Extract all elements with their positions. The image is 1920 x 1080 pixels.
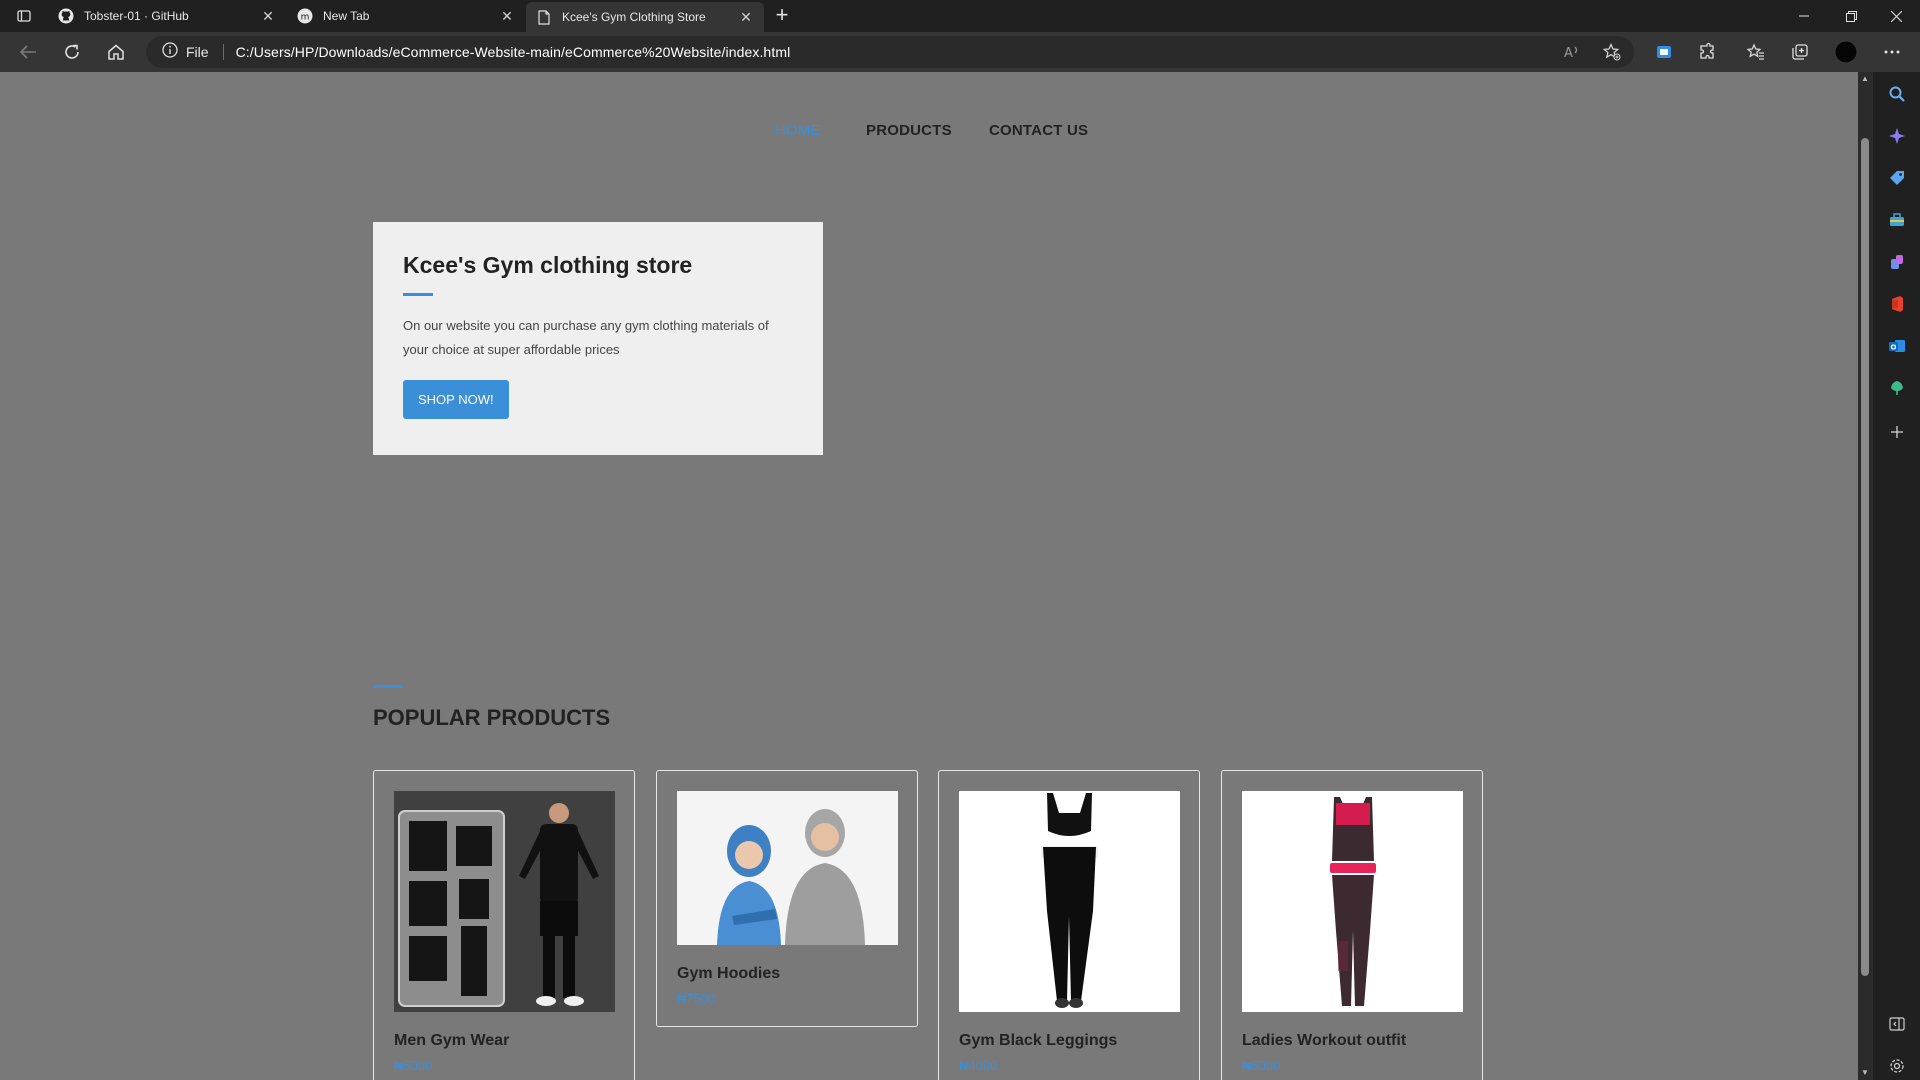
svg-text:O: O [1891, 344, 1897, 352]
shopping-tag-icon[interactable] [1885, 166, 1909, 190]
product-price: ₦5000 [394, 1058, 433, 1073]
product-name[interactable]: Ladies Workout outfit [1242, 1032, 1462, 1050]
home-icon[interactable] [102, 38, 130, 66]
refresh-icon[interactable] [58, 38, 86, 66]
tab-title: Tobster-01 · GitHub [84, 9, 189, 23]
product-card[interactable]: Men Gym Wear ₦5000 [373, 770, 635, 1080]
nav-home[interactable]: HOME [775, 122, 821, 139]
close-icon[interactable]: ✕ [499, 8, 515, 24]
shop-now-button[interactable]: SHOP NOW! [403, 380, 509, 419]
tab-bar: Tobster-01 · GitHub ✕ m New Tab ✕ Kcee's… [0, 0, 1920, 32]
copilot-sparkle-icon[interactable] [1885, 124, 1909, 148]
read-aloud-icon[interactable]: A [1558, 40, 1586, 64]
extension-blue-icon[interactable] [1650, 38, 1678, 66]
back-icon[interactable] [14, 38, 42, 66]
product-price: ₦6000 [1242, 1058, 1281, 1073]
info-icon[interactable] [162, 41, 178, 63]
hide-sidebar-icon[interactable] [1885, 1012, 1909, 1036]
github-icon [58, 8, 74, 24]
scroll-down-icon[interactable]: ▼ [1858, 1066, 1872, 1080]
product-image-men-gym-wear[interactable] [394, 791, 615, 1012]
product-name[interactable]: Gym Black Leggings [959, 1032, 1179, 1050]
office-icon[interactable] [1885, 292, 1909, 316]
nav-contact-us[interactable]: CONTACT US [989, 122, 1088, 139]
hero-text: On our website you can purchase any gym … [403, 318, 769, 357]
divider [222, 44, 224, 60]
scroll-up-icon[interactable]: ▲ [1858, 72, 1872, 86]
outlook-icon[interactable]: O [1885, 334, 1909, 358]
scroll-thumb[interactable] [1861, 138, 1869, 976]
favorites-icon[interactable] [1742, 38, 1770, 66]
search-icon[interactable] [1885, 82, 1909, 106]
product-price: ₦4000 [959, 1058, 998, 1073]
close-icon[interactable]: ✕ [260, 8, 276, 24]
browser-toolbar: File C:/Users/HP/Downloads/eCommerce-Web… [0, 32, 1920, 72]
close-window-button[interactable] [1874, 0, 1918, 32]
nav-products[interactable]: PRODUCTS [866, 122, 952, 139]
add-favorite-icon[interactable] [1598, 40, 1626, 64]
svg-text:m: m [301, 13, 310, 23]
drop-tree-icon[interactable] [1885, 376, 1909, 400]
product-image-ladies-workout-outfit[interactable] [1242, 791, 1463, 1012]
minimize-button[interactable] [1782, 0, 1826, 32]
more-options-icon[interactable] [1878, 38, 1906, 66]
scheme-label[interactable]: File [186, 44, 209, 60]
address-bar[interactable]: File C:/Users/HP/Downloads/eCommerce-Web… [146, 36, 1634, 68]
add-icon[interactable] [1885, 420, 1909, 444]
tab-new-tab[interactable]: m New Tab ✕ [287, 0, 525, 32]
tab-title: New Tab [323, 9, 370, 23]
new-tab-icon: m [297, 8, 313, 24]
web-page: HOME PRODUCTS CONTACT US Kcee's Gym clot… [0, 72, 1858, 1080]
page-icon [536, 9, 552, 25]
svg-text:A: A [1564, 46, 1573, 60]
new-tab-button[interactable]: + [770, 4, 794, 28]
tools-icon[interactable] [1885, 208, 1909, 232]
product-name[interactable]: Gym Hoodies [677, 965, 897, 983]
settings-gear-icon[interactable] [1885, 1054, 1909, 1078]
product-card[interactable]: Gym Black Leggings ₦4000 [938, 770, 1200, 1080]
url-text[interactable]: C:/Users/HP/Downloads/eCommerce-Website-… [236, 44, 791, 60]
close-icon[interactable]: ✕ [738, 9, 754, 25]
tab-gym-store[interactable]: Kcee's Gym Clothing Store ✕ [526, 2, 764, 32]
edge-sidebar: O [1872, 72, 1920, 1080]
tab-actions-icon[interactable] [10, 6, 38, 26]
games-icon[interactable] [1885, 250, 1909, 274]
product-card[interactable]: Gym Hoodies ₦7500 [656, 770, 918, 1027]
product-card[interactable]: Ladies Workout outfit ₦6000 [1221, 770, 1483, 1080]
tab-title: Kcee's Gym Clothing Store [562, 10, 706, 24]
page-scrollbar[interactable]: ▲ ▼ [1858, 72, 1872, 1080]
collections-icon[interactable] [1786, 38, 1814, 66]
section-accent-bar [373, 685, 403, 688]
hero-box: Kcee's Gym clothing store On our website… [373, 222, 823, 455]
product-name[interactable]: Men Gym Wear [394, 1032, 614, 1050]
product-image-black-leggings[interactable] [959, 791, 1180, 1012]
site-nav: HOME PRODUCTS CONTACT US [0, 122, 1858, 152]
restore-button[interactable] [1829, 0, 1873, 32]
profile-avatar[interactable] [1832, 38, 1860, 66]
title-accent-bar [403, 293, 433, 296]
popular-products-title: POPULAR PRODUCTS [373, 705, 611, 730]
product-image-gym-hoodies[interactable] [677, 791, 898, 945]
extensions-icon[interactable] [1693, 38, 1721, 66]
product-price: ₦7500 [677, 991, 716, 1006]
hero-title: Kcee's Gym clothing store [403, 252, 693, 278]
tab-github[interactable]: Tobster-01 · GitHub ✕ [48, 0, 286, 32]
